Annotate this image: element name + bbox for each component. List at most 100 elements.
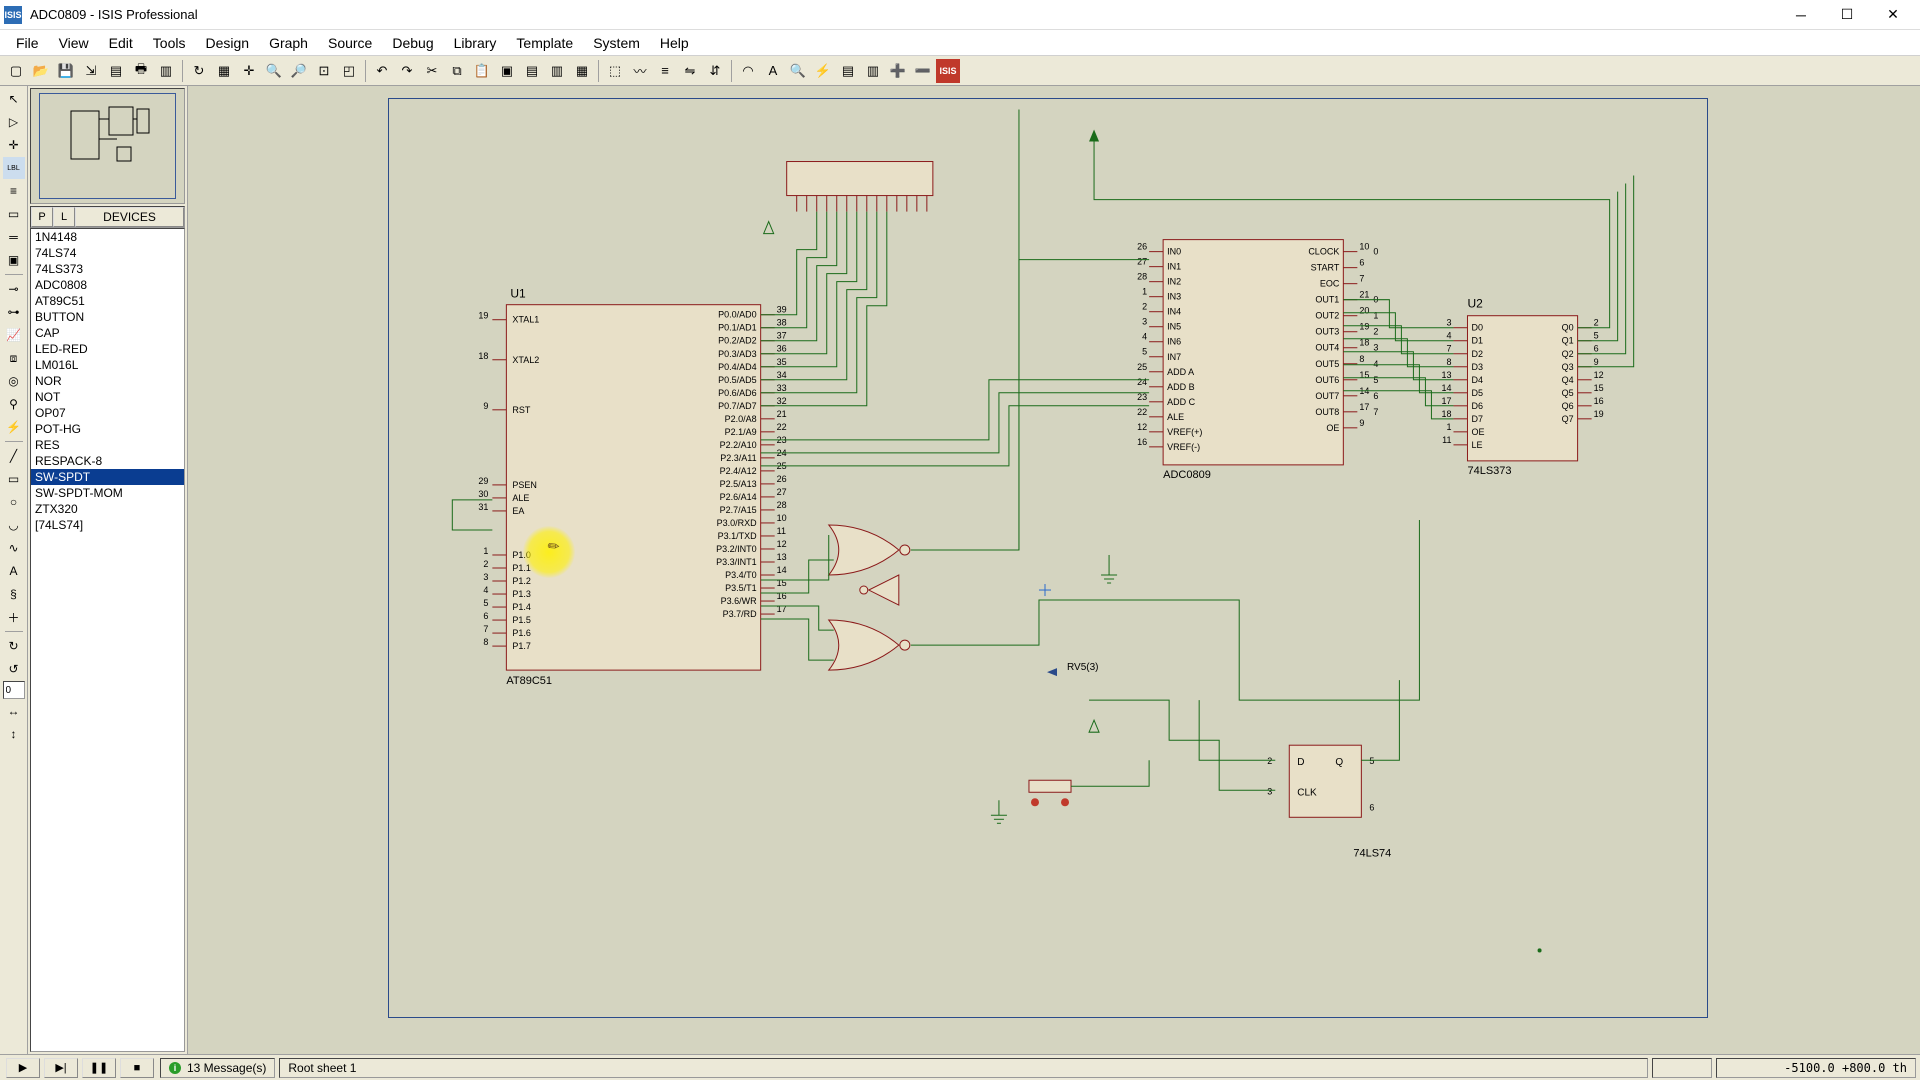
selection-icon[interactable]: ↖ [3,88,25,110]
lbl-icon[interactable]: ≡ [3,180,25,202]
device-item[interactable]: SW-SPDT-MOM [31,485,184,501]
device-item[interactable]: ADC0808 [31,277,184,293]
redo-icon[interactable]: ↷ [395,59,419,83]
mirror-h-icon[interactable]: ⇋ [678,59,702,83]
maximize-button[interactable]: ☐ [1824,0,1870,30]
bus-icon[interactable]: ═ [3,226,25,248]
mirror-v-icon[interactable]: ⇵ [703,59,727,83]
device-pin-icon[interactable]: ⊶ [3,301,25,323]
device-item[interactable]: LM016L [31,357,184,373]
device-list[interactable]: 1N414874LS7474LS373ADC0808AT89C51BUTTONC… [30,228,185,1052]
text-script-icon[interactable]: ▭ [3,203,25,225]
cut-icon[interactable]: ✂ [420,59,444,83]
status-messages[interactable]: i 13 Message(s) [160,1058,275,1078]
set-area-icon[interactable]: ▥ [154,59,178,83]
menu-view[interactable]: View [49,32,99,54]
device-item[interactable]: OP07 [31,405,184,421]
del-sheet-icon[interactable]: ➖ [911,59,935,83]
minimize-button[interactable]: ─ [1778,0,1824,30]
undo-icon[interactable]: ↶ [370,59,394,83]
find-icon[interactable]: 🔍 [786,59,810,83]
circle2d-icon[interactable]: ○ [3,491,25,513]
device-item[interactable]: POT-HG [31,421,184,437]
zoom-area-icon[interactable]: ◰ [337,59,361,83]
zoom-in-icon[interactable]: 🔍 [262,59,286,83]
line2d-icon[interactable]: ╱ [3,445,25,467]
netlist-icon[interactable]: ▤ [836,59,860,83]
block-copy-icon[interactable]: ▣ [495,59,519,83]
menu-template[interactable]: Template [506,32,583,54]
plus-icon[interactable]: ＋ [3,606,25,628]
new-file-icon[interactable]: ▢ [4,59,28,83]
device-item[interactable]: 74LS74 [31,245,184,261]
bom-icon[interactable]: ▥ [861,59,885,83]
open-file-icon[interactable]: 📂 [29,59,53,83]
device-item[interactable]: AT89C51 [31,293,184,309]
block-move-icon[interactable]: ▤ [520,59,544,83]
device-item[interactable]: SW-SPDT [31,469,184,485]
library-button[interactable]: L [53,207,75,227]
schematic-canvas[interactable]: U1 19XTAL118XTAL29RST29PSEN30ALE31EA1P1.… [188,86,1920,1054]
menu-design[interactable]: Design [195,32,259,54]
device-item[interactable]: ZTX320 [31,501,184,517]
subcircuit-icon[interactable]: ▣ [3,249,25,271]
origin-icon[interactable]: ✛ [237,59,261,83]
probe-v-icon[interactable]: ⚲ [3,393,25,415]
device-item[interactable]: CAP [31,325,184,341]
menu-graph[interactable]: Graph [259,32,318,54]
stop-button[interactable]: ■ [120,1058,154,1078]
refresh-icon[interactable]: ↻ [187,59,211,83]
menu-file[interactable]: File [6,32,49,54]
paste-icon[interactable]: 📋 [470,59,494,83]
pick-icon[interactable]: ⬚ [603,59,627,83]
graph-mode-icon[interactable]: 📈 [3,324,25,346]
generator-icon[interactable]: ◎ [3,370,25,392]
bus-tool-icon[interactable]: ≡ [653,59,677,83]
rot-cw-icon[interactable]: ↻ [3,635,25,657]
menu-source[interactable]: Source [318,32,382,54]
arc-icon[interactable]: ◠ [736,59,760,83]
menu-edit[interactable]: Edit [99,32,143,54]
component-icon[interactable]: ▷ [3,111,25,133]
menu-library[interactable]: Library [444,32,507,54]
print-icon[interactable]: 🖶 [129,59,153,83]
overview-preview[interactable] [30,88,185,204]
text-ann-icon[interactable]: A [761,59,785,83]
symbol-icon[interactable]: § [3,583,25,605]
play-button[interactable]: ▶ [6,1058,40,1078]
zoom-all-icon[interactable]: ⊡ [312,59,336,83]
menu-help[interactable]: Help [650,32,699,54]
wire-tool-icon[interactable]: 〰 [628,59,652,83]
section-icon[interactable]: ▤ [104,59,128,83]
device-item[interactable]: RESPACK-8 [31,453,184,469]
block-delete-icon[interactable]: ▦ [570,59,594,83]
device-item[interactable]: LED-RED [31,341,184,357]
arc2d-icon[interactable]: ◡ [3,514,25,536]
new-sheet-icon[interactable]: ➕ [886,59,910,83]
block-rotate-icon[interactable]: ▥ [545,59,569,83]
step-button[interactable]: ▶| [44,1058,78,1078]
pick-device-button[interactable]: P [31,207,53,227]
import-icon[interactable]: ⇲ [79,59,103,83]
device-item[interactable]: NOT [31,389,184,405]
path2d-icon[interactable]: ∿ [3,537,25,559]
mir-h-icon[interactable]: ↔ [3,700,25,722]
menu-debug[interactable]: Debug [382,32,443,54]
text2d-icon[interactable]: A [3,560,25,582]
device-item[interactable]: 1N4148 [31,229,184,245]
terminal-icon[interactable]: ⊸ [3,278,25,300]
junction-icon[interactable]: ✛ [3,134,25,156]
rot-ccw-icon[interactable]: ↺ [3,658,25,680]
exit-isis-icon[interactable]: ISIS [936,59,960,83]
pause-button[interactable]: ❚❚ [82,1058,116,1078]
electrical-rules-icon[interactable]: ⚡ [811,59,835,83]
device-item[interactable]: BUTTON [31,309,184,325]
probe-i-icon[interactable]: ⚡ [3,416,25,438]
zoom-out-icon[interactable]: 🔎 [287,59,311,83]
save-file-icon[interactable]: 💾 [54,59,78,83]
device-item[interactable]: RES [31,437,184,453]
device-item[interactable]: [74LS74] [31,517,184,533]
menu-tools[interactable]: Tools [143,32,196,54]
device-item[interactable]: 74LS373 [31,261,184,277]
box2d-icon[interactable]: ▭ [3,468,25,490]
